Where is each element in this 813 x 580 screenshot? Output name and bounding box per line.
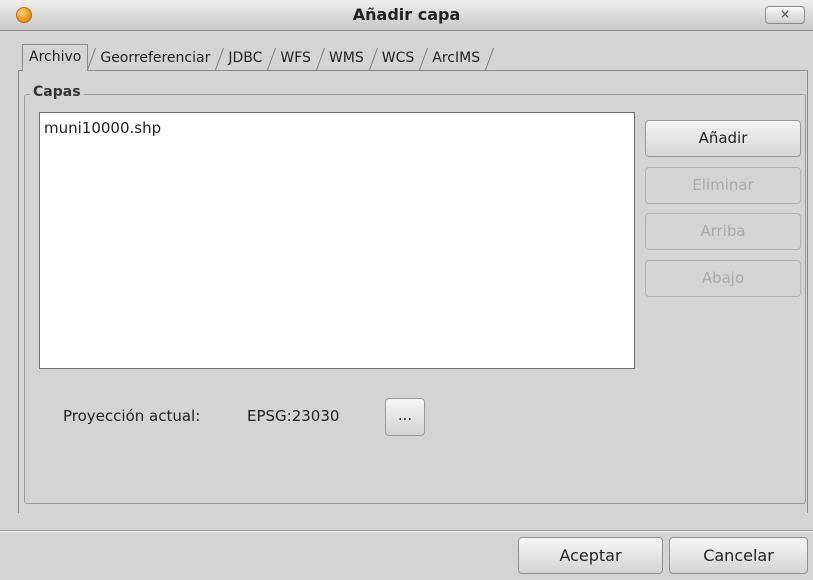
close-button[interactable]: × [765,6,805,24]
choose-projection-button[interactable]: ... [385,398,425,436]
tab-separator [216,46,224,70]
window-title: Añadir capa [352,5,461,24]
projection-value: EPSG:23030 [247,407,340,425]
title-bar: Añadir capa × [0,0,813,31]
tab-separator [317,46,325,70]
close-icon: × [779,7,791,21]
tab-separator [88,46,96,70]
tab-wfs[interactable]: WFS [276,46,317,70]
projection-label: Proyección actual: [63,407,201,425]
list-item[interactable]: muni10000.shp [44,119,161,137]
tab-wms[interactable]: WMS [325,46,370,70]
tab-bar: Archivo Georreferenciar JDBC WFS WMS WCS… [22,44,494,71]
layers-group-title: Capas [30,84,84,100]
tab-separator [486,46,494,70]
move-up-button[interactable]: Arriba [645,213,801,250]
tab-archivo[interactable]: Archivo [22,44,89,71]
footer-divider-highlight [0,531,813,532]
tab-arcims[interactable]: ArcIMS [428,46,486,70]
tab-separator [420,46,428,70]
accept-button[interactable]: Aceptar [518,537,663,574]
tab-wcs[interactable]: WCS [378,46,421,70]
tab-georreferenciar[interactable]: Georreferenciar [96,46,216,70]
move-down-button[interactable]: Abajo [645,260,801,297]
add-button[interactable]: Añadir [645,120,801,157]
remove-button[interactable]: Eliminar [645,167,801,204]
tab-separator [268,46,276,70]
layers-list[interactable]: muni10000.shp [39,112,635,369]
cancel-button[interactable]: Cancelar [669,537,808,574]
tab-jdbc[interactable]: JDBC [224,46,268,70]
tab-separator [370,46,378,70]
